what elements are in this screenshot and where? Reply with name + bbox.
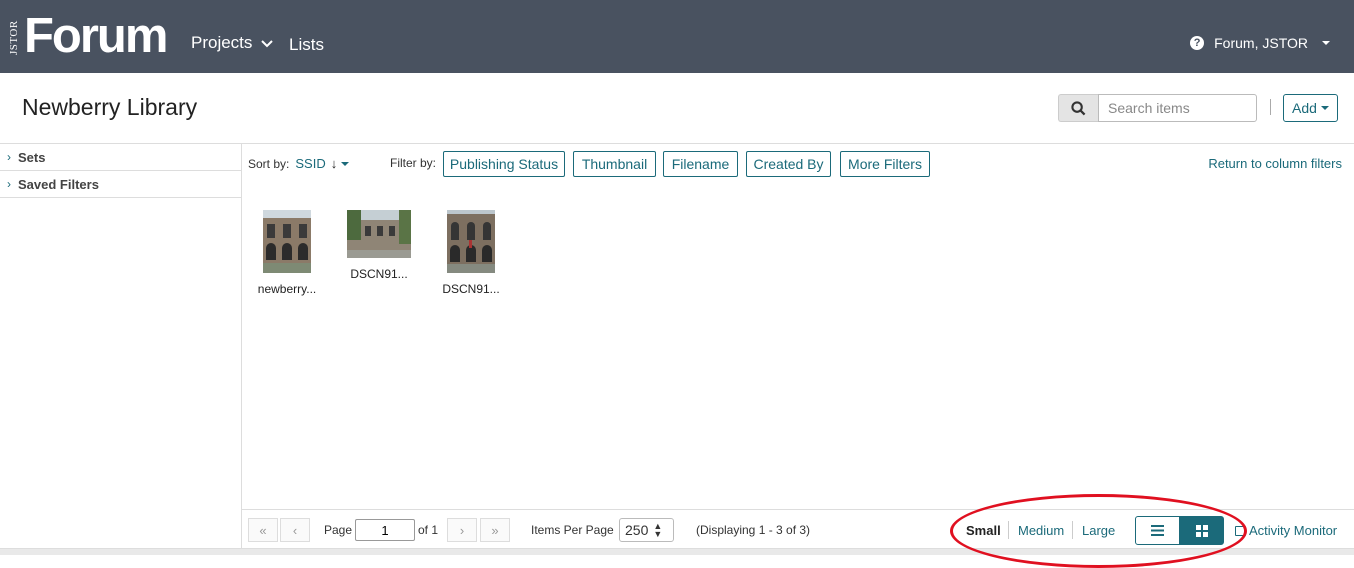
filter-created-by-button[interactable]: Created By <box>746 151 831 177</box>
nav-lists-link[interactable]: Lists <box>289 35 324 55</box>
user-name: Forum, JSTOR <box>1214 35 1308 51</box>
grid-item[interactable]: DSCN91... <box>344 210 414 281</box>
return-to-column-filters-link[interactable]: Return to column filters <box>1208 156 1342 171</box>
item-caption: newberry... <box>257 282 317 296</box>
grid-item[interactable]: DSCN91... <box>436 210 506 296</box>
main-content: Sort by: SSID ↓ Filter by: Publishing St… <box>242 144 1354 548</box>
divider <box>1008 521 1009 539</box>
filter-thumbnail-button[interactable]: Thumbnail <box>573 151 656 177</box>
filter-label: Filter by: <box>390 156 437 170</box>
search-button[interactable] <box>1058 94 1098 122</box>
chevron-down-icon <box>261 40 273 48</box>
size-large-option[interactable]: Large <box>1082 523 1115 538</box>
footer-toolbar: « ‹ Page of 1 › » Items Per Page 250 ▲▼ … <box>242 509 1354 548</box>
bottom-strip <box>0 548 1354 555</box>
nav-projects-label: Projects <box>191 33 253 52</box>
chevron-right-icon: › <box>7 177 11 191</box>
sort-control: Sort by: SSID ↓ <box>248 156 350 171</box>
item-caption: DSCN91... <box>442 282 500 296</box>
item-thumbnail[interactable] <box>263 210 311 273</box>
page-number-input[interactable] <box>355 519 415 541</box>
items-per-page-label: Items Per Page <box>531 523 614 537</box>
sort-updown-icon: ▲ ▼ <box>653 521 663 539</box>
size-small-option[interactable]: Small <box>966 523 1001 538</box>
activity-monitor-link[interactable]: Activity Monitor <box>1235 523 1337 538</box>
nav-projects-menu[interactable]: Projects <box>191 33 273 53</box>
help-icon[interactable]: ? <box>1190 36 1205 50</box>
search-input[interactable] <box>1098 94 1257 122</box>
page-count: of 1 <box>418 523 439 537</box>
sidebar-item-saved-filters[interactable]: › Saved Filters <box>0 171 241 198</box>
search-group <box>1058 94 1257 122</box>
page-header: Newberry Library Add <box>0 73 1354 144</box>
caret-down-icon <box>1322 41 1330 45</box>
page-title: Newberry Library <box>22 94 198 120</box>
caret-down-icon[interactable] <box>341 161 350 166</box>
user-menu[interactable]: ? Forum, JSTOR <box>1190 35 1330 51</box>
add-button[interactable]: Add <box>1283 94 1338 122</box>
item-caption: DSCN91... <box>350 267 408 281</box>
add-button-label: Add <box>1292 100 1317 116</box>
logo-forum-text: Forum <box>24 9 168 63</box>
search-icon <box>1071 100 1086 115</box>
sidebar-item-label: Sets <box>18 149 46 165</box>
items-per-page-select[interactable]: 250 ▲ ▼ <box>619 518 674 542</box>
more-filters-button[interactable]: More Filters <box>840 151 930 177</box>
item-thumbnail[interactable] <box>347 210 411 258</box>
item-thumbnail[interactable] <box>447 210 495 273</box>
sidebar-item-sets[interactable]: › Sets <box>0 144 241 171</box>
sort-field-dropdown[interactable]: SSID <box>295 156 325 171</box>
size-medium-option[interactable]: Medium <box>1018 523 1064 538</box>
activity-monitor-label: Activity Monitor <box>1249 523 1338 538</box>
divider <box>1270 99 1271 115</box>
next-page-button[interactable]: › <box>447 518 477 542</box>
grid-view-button[interactable] <box>1179 516 1224 545</box>
sort-direction-icon[interactable]: ↓ <box>331 156 338 171</box>
filter-filename-button[interactable]: Filename <box>663 151 738 177</box>
monitor-icon <box>1235 525 1246 536</box>
last-page-button[interactable]: » <box>480 518 510 542</box>
first-page-button[interactable]: « <box>248 518 278 542</box>
page-label: Page <box>324 523 353 537</box>
sidebar: › Sets › Saved Filters <box>0 144 242 548</box>
list-view-button[interactable] <box>1135 516 1180 545</box>
grid-icon <box>1195 524 1208 537</box>
items-per-page-value: 250 <box>625 522 649 538</box>
previous-page-button[interactable]: ‹ <box>280 518 310 542</box>
chevron-right-icon: › <box>7 150 11 164</box>
sort-label: Sort by: <box>248 156 290 171</box>
display-count: (Displaying 1 - 3 of 3) <box>696 523 811 537</box>
list-icon <box>1151 525 1164 536</box>
filter-publishing-status-button[interactable]: Publishing Status <box>443 151 565 177</box>
divider <box>1072 521 1073 539</box>
top-navbar: JSTOR Forum Projects Lists ? Forum, JSTO… <box>0 0 1354 73</box>
logo-jstor-text: JSTOR <box>8 20 20 56</box>
grid-item[interactable]: newberry... <box>252 210 322 296</box>
sidebar-item-label: Saved Filters <box>18 176 99 192</box>
caret-down-icon <box>1320 106 1329 110</box>
